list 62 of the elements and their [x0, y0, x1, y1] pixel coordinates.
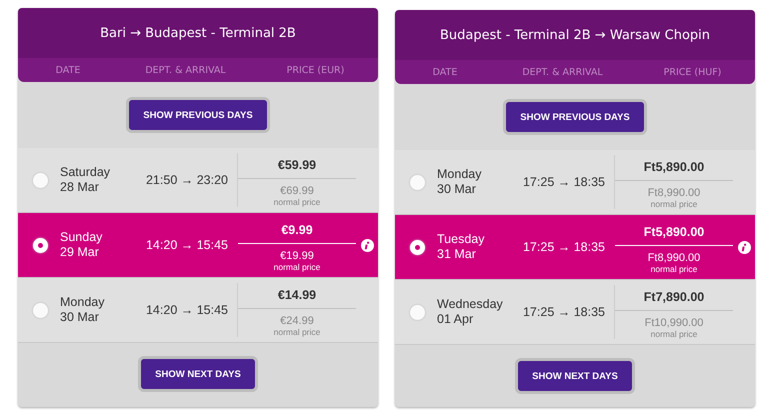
discount-price: €59.99: [238, 153, 356, 179]
normal-price-label: normal price: [650, 199, 698, 209]
radio-button[interactable]: [33, 172, 48, 188]
column-header: PRICE (HUF): [662, 66, 722, 78]
normal-price: €69.99: [280, 185, 314, 197]
day-label: Monday: [437, 167, 482, 182]
radio-button[interactable]: [33, 302, 48, 318]
date-label: 30 Mar: [437, 182, 477, 197]
normal-price-label: normal price: [650, 264, 698, 274]
day-label: Sunday: [60, 230, 104, 245]
show-next-days-button[interactable]: SHOW NEXT DAYS: [515, 358, 635, 394]
date-label: 01 Apr: [437, 312, 474, 327]
show-next-days-button[interactable]: SHOW NEXT DAYS: [138, 356, 258, 392]
normal-price: Ft8,990.00: [648, 187, 700, 199]
show-previous-days-button[interactable]: SHOW PREVIOUS DAYS: [126, 97, 270, 133]
column-header: DEPT. & ARRIVAL: [144, 64, 227, 76]
flight-times: 21:50 → 23:20: [144, 173, 229, 187]
date-label: 28 Mar: [60, 180, 100, 195]
flight-row[interactable]: Sunday 29 Mar 14:20 → 15:45 €9.99 €19.99 normal price: [18, 213, 378, 278]
day-label: Monday: [60, 295, 106, 310]
column-header: DATE: [432, 66, 458, 78]
info-icon[interactable]: [738, 240, 750, 254]
discount-price: Ft5,890.00: [615, 155, 733, 181]
show-previous-days-button[interactable]: SHOW PREVIOUS DAYS: [503, 99, 647, 135]
discount-price: €14.99: [238, 283, 356, 309]
flight-times: 17:25 → 18:35: [522, 240, 606, 254]
column-header: PRICE (EUR): [286, 64, 346, 76]
flight-row[interactable]: Saturday 28 Mar 21:50 → 23:20 €59.99 €69.99 normal price: [18, 148, 378, 213]
radio-button[interactable]: [33, 238, 48, 252]
normal-price-label: normal price: [274, 327, 320, 337]
flight-row[interactable]: Monday 30 Mar 14:20 → 15:45 €14.99 €24.99 normal price: [18, 278, 378, 343]
flight-times: 14:20 → 15:45: [144, 303, 229, 317]
normal-price: €24.99: [280, 315, 314, 327]
date-label: 29 Mar: [60, 245, 100, 260]
route-title: Budapest - Terminal 2B → Warsaw Chopin: [395, 10, 755, 60]
column-header: DATE: [54, 64, 82, 76]
normal-price-label: normal price: [274, 262, 320, 272]
flight-row[interactable]: Tuesday 31 Mar 17:25 → 18:35 Ft5,890.00 Ft8,990.00 normal price: [395, 215, 755, 280]
flight-times: 14:20 → 15:45: [144, 238, 229, 252]
date-label: 30 Mar: [60, 310, 100, 325]
flight-row[interactable]: Wednesday 01 Apr 17:25 → 18:35 Ft7,890.00 Ft10,990.00 normal price: [395, 280, 755, 345]
radio-button[interactable]: [410, 304, 425, 320]
normal-price-label: normal price: [650, 329, 698, 339]
normal-price: Ft10,990.00: [644, 317, 704, 329]
day-label: Wednesday: [437, 297, 504, 312]
flight-times: 17:25 → 18:35: [522, 305, 606, 319]
discount-price: Ft5,890.00: [615, 220, 733, 246]
info-icon[interactable]: [360, 238, 374, 252]
normal-price: €19.99: [280, 250, 314, 262]
date-label: 31 Mar: [437, 247, 477, 262]
normal-price: Ft8,990.00: [648, 252, 700, 264]
radio-button[interactable]: [410, 174, 425, 190]
flight-row[interactable]: Monday 30 Mar 17:25 → 18:35 Ft5,890.00 Ft8,990.00 normal price: [395, 150, 755, 215]
day-label: Saturday: [60, 165, 112, 180]
discount-price: Ft7,890.00: [615, 285, 733, 311]
discount-price: €9.99: [238, 218, 356, 244]
day-label: Tuesday: [437, 232, 486, 247]
column-header: DEPT. & ARRIVAL: [521, 66, 604, 78]
normal-price-label: normal price: [274, 197, 320, 207]
flight-times: 17:25 → 18:35: [522, 175, 606, 189]
radio-button[interactable]: [410, 240, 425, 254]
route-title: Bari → Budapest - Terminal 2B: [18, 8, 378, 58]
